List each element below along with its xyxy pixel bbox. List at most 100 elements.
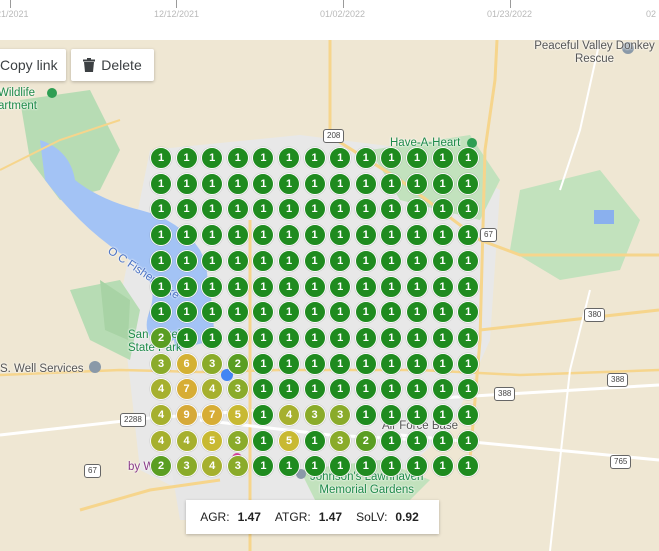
rank-marker[interactable]: 1 (354, 352, 377, 375)
rank-marker[interactable]: 1 (150, 172, 172, 195)
rank-marker[interactable]: 1 (303, 147, 326, 169)
rank-marker[interactable]: 1 (303, 326, 326, 349)
rank-marker[interactable]: 1 (380, 275, 403, 298)
rank-marker[interactable]: 1 (457, 275, 480, 298)
rank-marker[interactable]: 1 (431, 352, 454, 375)
rank-marker[interactable]: 1 (406, 275, 428, 298)
rank-marker[interactable]: 3 (201, 352, 224, 375)
rank-marker[interactable]: 1 (226, 147, 249, 169)
rank-marker[interactable]: 1 (226, 172, 249, 195)
rank-marker[interactable]: 1 (431, 275, 454, 298)
rank-marker[interactable]: 1 (278, 352, 300, 375)
rank-marker[interactable]: 1 (226, 224, 249, 247)
rank-marker[interactable]: 6 (175, 352, 198, 375)
rank-marker[interactable]: 1 (303, 352, 326, 375)
rank-marker[interactable]: 1 (406, 429, 428, 452)
rank-marker[interactable]: 1 (150, 249, 172, 272)
rank-marker[interactable]: 1 (457, 326, 480, 349)
rank-marker[interactable]: 1 (278, 224, 300, 247)
rank-marker[interactable]: 1 (329, 352, 352, 375)
rank-marker[interactable]: 4 (278, 404, 300, 426)
rank-marker[interactable]: 3 (175, 455, 198, 478)
rank-marker[interactable]: 1 (303, 455, 326, 478)
rank-marker[interactable]: 1 (354, 326, 377, 349)
rank-marker[interactable]: 1 (175, 249, 198, 272)
rank-marker[interactable]: 1 (278, 326, 300, 349)
rank-marker[interactable]: 1 (406, 172, 428, 195)
rank-marker[interactable]: 5 (201, 429, 224, 452)
rank-marker[interactable]: 4 (150, 404, 172, 426)
rank-marker[interactable]: 1 (175, 198, 198, 221)
rank-marker[interactable]: 1 (278, 147, 300, 169)
rank-marker[interactable]: 1 (354, 378, 377, 401)
rank-marker[interactable]: 1 (457, 172, 480, 195)
rank-marker[interactable]: 2 (226, 352, 249, 375)
rank-marker[interactable]: 1 (150, 224, 172, 247)
rank-marker[interactable]: 5 (278, 429, 300, 452)
map-view[interactable]: Peaceful Valley Donkey Rescue Wildlife a… (0, 40, 659, 551)
rank-marker[interactable]: 1 (278, 275, 300, 298)
rank-marker[interactable]: 1 (354, 249, 377, 272)
rank-marker[interactable]: 5 (226, 404, 249, 426)
rank-marker[interactable]: 1 (406, 249, 428, 272)
rank-marker[interactable]: 1 (303, 249, 326, 272)
copy-link-button[interactable]: Copy link (0, 49, 66, 81)
rank-marker[interactable]: 1 (303, 224, 326, 247)
rank-marker[interactable]: 1 (201, 275, 224, 298)
rank-marker[interactable]: 1 (201, 249, 224, 272)
rank-marker[interactable]: 1 (303, 172, 326, 195)
rank-marker[interactable]: 4 (175, 429, 198, 452)
rank-marker[interactable]: 1 (303, 275, 326, 298)
rank-marker[interactable]: 1 (431, 249, 454, 272)
rank-marker[interactable]: 1 (354, 301, 377, 324)
rank-marker[interactable]: 1 (226, 249, 249, 272)
rank-marker[interactable]: 1 (175, 326, 198, 349)
delete-button[interactable]: Delete (71, 49, 154, 81)
rank-marker[interactable]: 1 (380, 172, 403, 195)
rank-marker[interactable]: 1 (201, 326, 224, 349)
rank-marker[interactable]: 3 (303, 404, 326, 426)
rank-marker[interactable]: 1 (252, 172, 275, 195)
rank-marker[interactable]: 1 (278, 249, 300, 272)
rank-marker[interactable]: 1 (457, 249, 480, 272)
rank-marker[interactable]: 1 (278, 172, 300, 195)
rank-marker[interactable]: 1 (329, 326, 352, 349)
rank-marker[interactable]: 1 (406, 224, 428, 247)
rank-marker[interactable]: 1 (303, 378, 326, 401)
rank-marker[interactable]: 1 (175, 172, 198, 195)
rank-marker[interactable]: 1 (175, 301, 198, 324)
rank-marker[interactable]: 3 (329, 429, 352, 452)
rank-marker[interactable]: 1 (175, 147, 198, 169)
rank-marker[interactable]: 1 (175, 224, 198, 247)
rank-marker[interactable]: 1 (354, 147, 377, 169)
rank-marker[interactable]: 1 (201, 172, 224, 195)
rank-marker[interactable]: 1 (431, 404, 454, 426)
rank-marker[interactable]: 1 (354, 172, 377, 195)
rank-marker[interactable]: 1 (457, 352, 480, 375)
rank-marker[interactable]: 7 (175, 378, 198, 401)
rank-marker[interactable]: 1 (329, 275, 352, 298)
rank-marker[interactable]: 1 (252, 275, 275, 298)
rank-marker[interactable]: 1 (329, 172, 352, 195)
rank-marker[interactable]: 1 (431, 378, 454, 401)
rank-marker[interactable]: 1 (226, 275, 249, 298)
rank-marker[interactable]: 1 (380, 352, 403, 375)
rank-marker[interactable]: 1 (457, 429, 480, 452)
rank-marker[interactable]: 2 (150, 326, 172, 349)
rank-marker[interactable]: 1 (150, 275, 172, 298)
rank-marker[interactable]: 3 (226, 429, 249, 452)
rank-marker[interactable]: 1 (431, 147, 454, 169)
rank-marker[interactable]: 1 (406, 404, 428, 426)
rank-marker[interactable]: 1 (354, 224, 377, 247)
rank-marker[interactable]: 1 (431, 301, 454, 324)
rank-marker[interactable]: 1 (303, 301, 326, 324)
rank-marker[interactable]: 3 (226, 378, 249, 401)
rank-marker[interactable]: 3 (150, 352, 172, 375)
rank-marker[interactable]: 1 (303, 198, 326, 221)
rank-marker[interactable]: 2 (354, 429, 377, 452)
rank-marker[interactable]: 1 (406, 326, 428, 349)
rank-marker[interactable]: 1 (252, 352, 275, 375)
rank-marker[interactable]: 1 (431, 429, 454, 452)
rank-marker[interactable]: 1 (175, 275, 198, 298)
rank-marker[interactable]: 1 (431, 326, 454, 349)
